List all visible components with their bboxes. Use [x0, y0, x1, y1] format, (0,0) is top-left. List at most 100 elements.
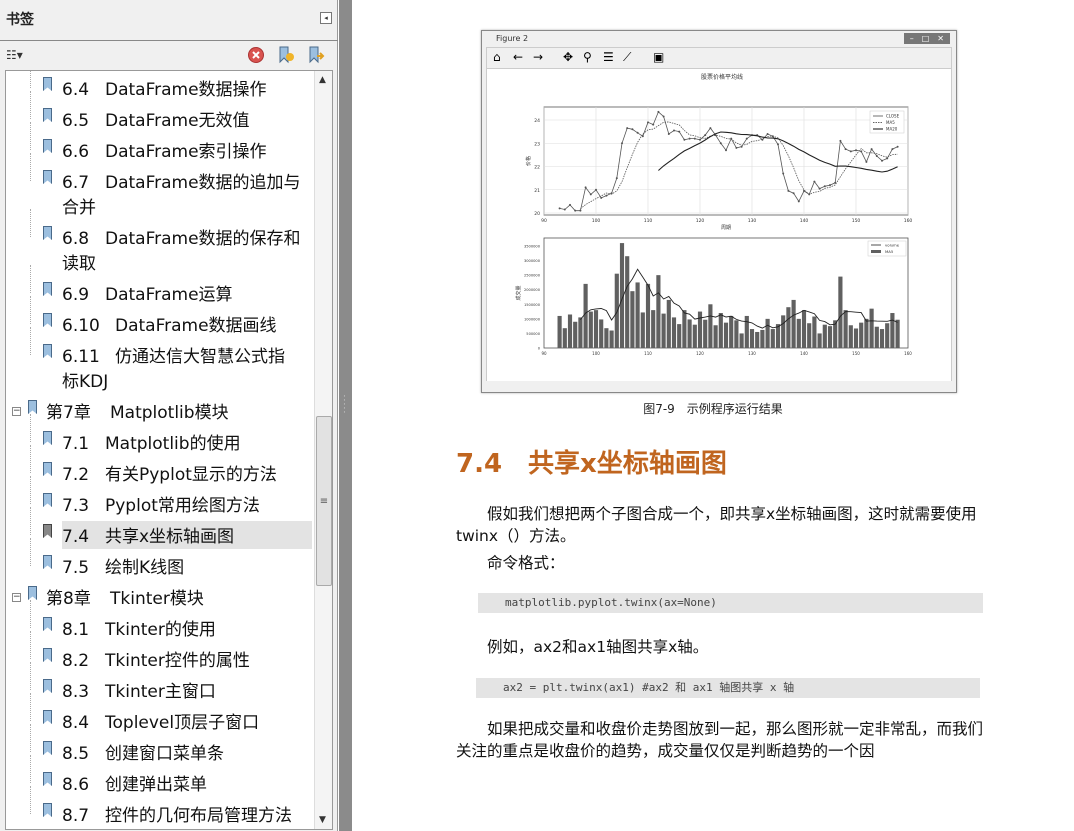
volume-bar	[713, 325, 718, 348]
volume-bar	[869, 308, 874, 348]
paragraph: 例如，ax2和ax1轴图共享x轴。	[487, 638, 709, 656]
collapse-panel-button[interactable]: ◂	[320, 12, 332, 24]
bookmark-label: DataFrame运算	[105, 285, 233, 305]
collapse-toggle-icon[interactable]: −	[12, 407, 21, 416]
volume-bar	[640, 312, 645, 348]
close-point	[584, 186, 587, 189]
volume-bar	[692, 324, 697, 348]
collapse-toggle-icon[interactable]: −	[12, 593, 21, 602]
tree-line	[30, 71, 31, 88]
bookmark-icon	[43, 555, 52, 569]
x-tick-label: 130	[748, 351, 756, 356]
close-point	[844, 148, 847, 151]
volume-bar	[697, 311, 703, 348]
bookmark-number: 7.3	[62, 496, 90, 516]
legend-label: volume	[885, 243, 900, 248]
volume-bar	[677, 324, 682, 348]
close-point	[569, 203, 571, 206]
close-point	[735, 146, 738, 149]
bookmark-label: DataFrame数据的追加与	[105, 173, 301, 193]
bookmark-icon	[43, 139, 52, 153]
bookmark-number: 6.6	[62, 142, 90, 162]
volume-bar	[848, 325, 853, 348]
close-point	[589, 193, 592, 196]
bookmark-icon	[43, 77, 52, 91]
new-bookmark-icon[interactable]	[277, 46, 297, 66]
bookmark-label: DataFrame索引操作	[105, 142, 267, 162]
close-point	[667, 132, 670, 135]
close-point	[574, 209, 577, 212]
section-heading: 7.4 共享x坐标轴画图	[456, 449, 727, 479]
volume-bar	[760, 329, 765, 348]
volume-bar	[822, 324, 827, 348]
options-menu-icon[interactable]: ☷▾	[6, 48, 23, 62]
close-point	[766, 132, 769, 135]
close-point	[709, 127, 712, 130]
paragraph: 命令格式：	[487, 554, 565, 572]
volume-bar	[687, 319, 692, 348]
volume-bar	[567, 314, 573, 348]
volume-bar	[671, 317, 677, 348]
y-tick-label: 500000	[526, 332, 540, 336]
volume-bar	[755, 331, 760, 348]
scroll-down-icon[interactable]: ▼	[319, 815, 326, 825]
close-point	[631, 128, 634, 131]
bookmark-icon	[43, 462, 52, 476]
bookmark-label: Matplotlib模块	[110, 403, 229, 423]
expand-bookmark-icon[interactable]	[307, 46, 327, 66]
close-point	[673, 129, 675, 132]
panel-title: 书签	[6, 12, 34, 28]
bookmark-number: 6.9	[62, 285, 90, 305]
volume-bar	[734, 320, 739, 348]
volume-bar	[593, 310, 599, 348]
bookmark-number: 6.8	[62, 229, 90, 249]
tree-line	[30, 600, 31, 628]
volume-bar	[874, 326, 879, 348]
x-tick-label: 110	[644, 351, 652, 356]
volume-bar	[562, 328, 567, 348]
close-point	[891, 148, 894, 151]
plot-area	[543, 106, 909, 216]
x-tick-label: 100	[592, 218, 601, 224]
volume-bar	[609, 330, 614, 348]
y-axis-label: 成交量	[515, 285, 522, 300]
scrollbar-thumb[interactable]: ≡	[316, 416, 332, 586]
close-point	[787, 189, 790, 192]
bookmark-label: 仿通达信大智慧公式指	[115, 347, 285, 367]
x-tick-label: 120	[696, 218, 705, 224]
volume-bar	[775, 324, 781, 348]
bookmark-label: 控件的几何布局管理方法	[105, 806, 292, 826]
delete-bookmark-icon[interactable]	[247, 46, 267, 66]
volume-bar	[879, 329, 885, 348]
scroll-up-icon[interactable]: ▲	[319, 75, 326, 85]
divider	[0, 40, 338, 41]
volume-bar	[765, 318, 770, 348]
bookmark-label: DataFrame数据操作	[105, 80, 267, 100]
bookmark-label: DataFrame无效值	[105, 111, 250, 131]
x-tick-label: 160	[904, 218, 913, 224]
bookmark-number: 8.6	[62, 775, 90, 795]
y-tick-label: 21	[534, 188, 540, 194]
bookmark-label: Matplotlib的使用	[105, 434, 241, 454]
y-tick-label: 2500000	[524, 274, 541, 278]
volume-bar	[718, 313, 723, 348]
close-point	[693, 137, 696, 140]
close-point	[860, 150, 863, 153]
tree-line	[30, 209, 31, 237]
volume-bar	[703, 319, 708, 348]
y-tick-label: 24	[534, 118, 540, 124]
scrollbar[interactable]: ▲ ≡ ▼	[314, 71, 332, 829]
bookmark-icon	[28, 586, 37, 600]
panel-splitter[interactable]: · · · · ·	[339, 0, 352, 831]
bookmark-icon	[43, 170, 52, 184]
close-point	[782, 172, 785, 175]
close-point	[636, 131, 639, 134]
volume-bar	[739, 333, 744, 348]
volume-bar	[729, 315, 734, 348]
tree-line	[30, 91, 31, 119]
paragraph: 如果把成交量和收盘价走势图放到一起，那么图形就一定非常乱，而我们关注的重点是收盘…	[456, 720, 984, 760]
volume-bar	[578, 317, 583, 348]
close-point	[652, 123, 655, 126]
close-point	[615, 177, 618, 180]
tree-line	[30, 786, 31, 814]
